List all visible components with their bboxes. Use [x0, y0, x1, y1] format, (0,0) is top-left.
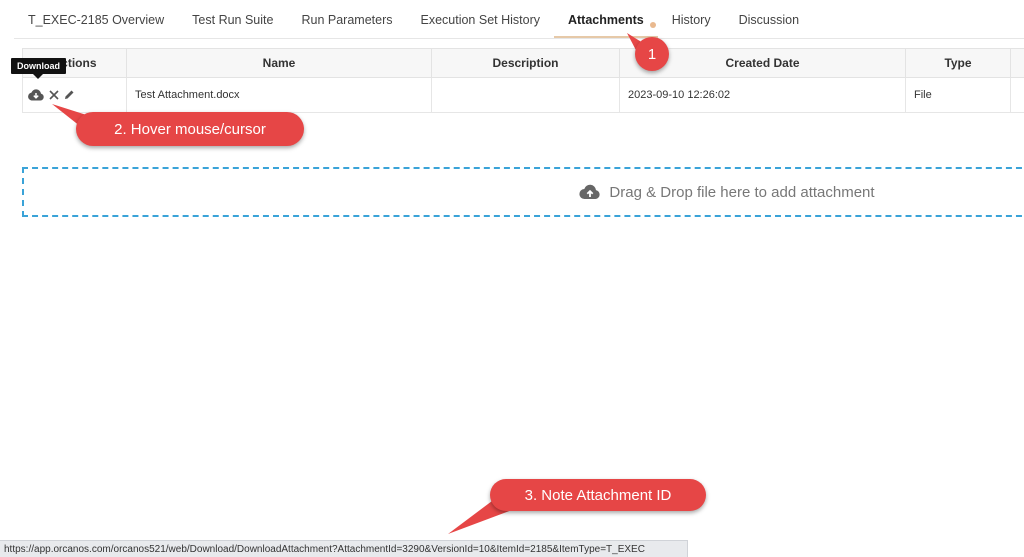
callout-text: 2. Hover mouse/cursor — [114, 120, 266, 138]
callout-step-2: 2. Hover mouse/cursor — [76, 112, 304, 146]
callout-pointers — [52, 33, 648, 534]
status-bar-url: https://app.orcanos.com/orcanos521/web/D… — [0, 540, 688, 557]
callout-text: 3. Note Attachment ID — [524, 486, 672, 504]
callout-step-1: 1 — [635, 37, 669, 71]
callout-step-3: 3. Note Attachment ID — [490, 479, 706, 511]
callout-text: 1 — [647, 45, 657, 63]
